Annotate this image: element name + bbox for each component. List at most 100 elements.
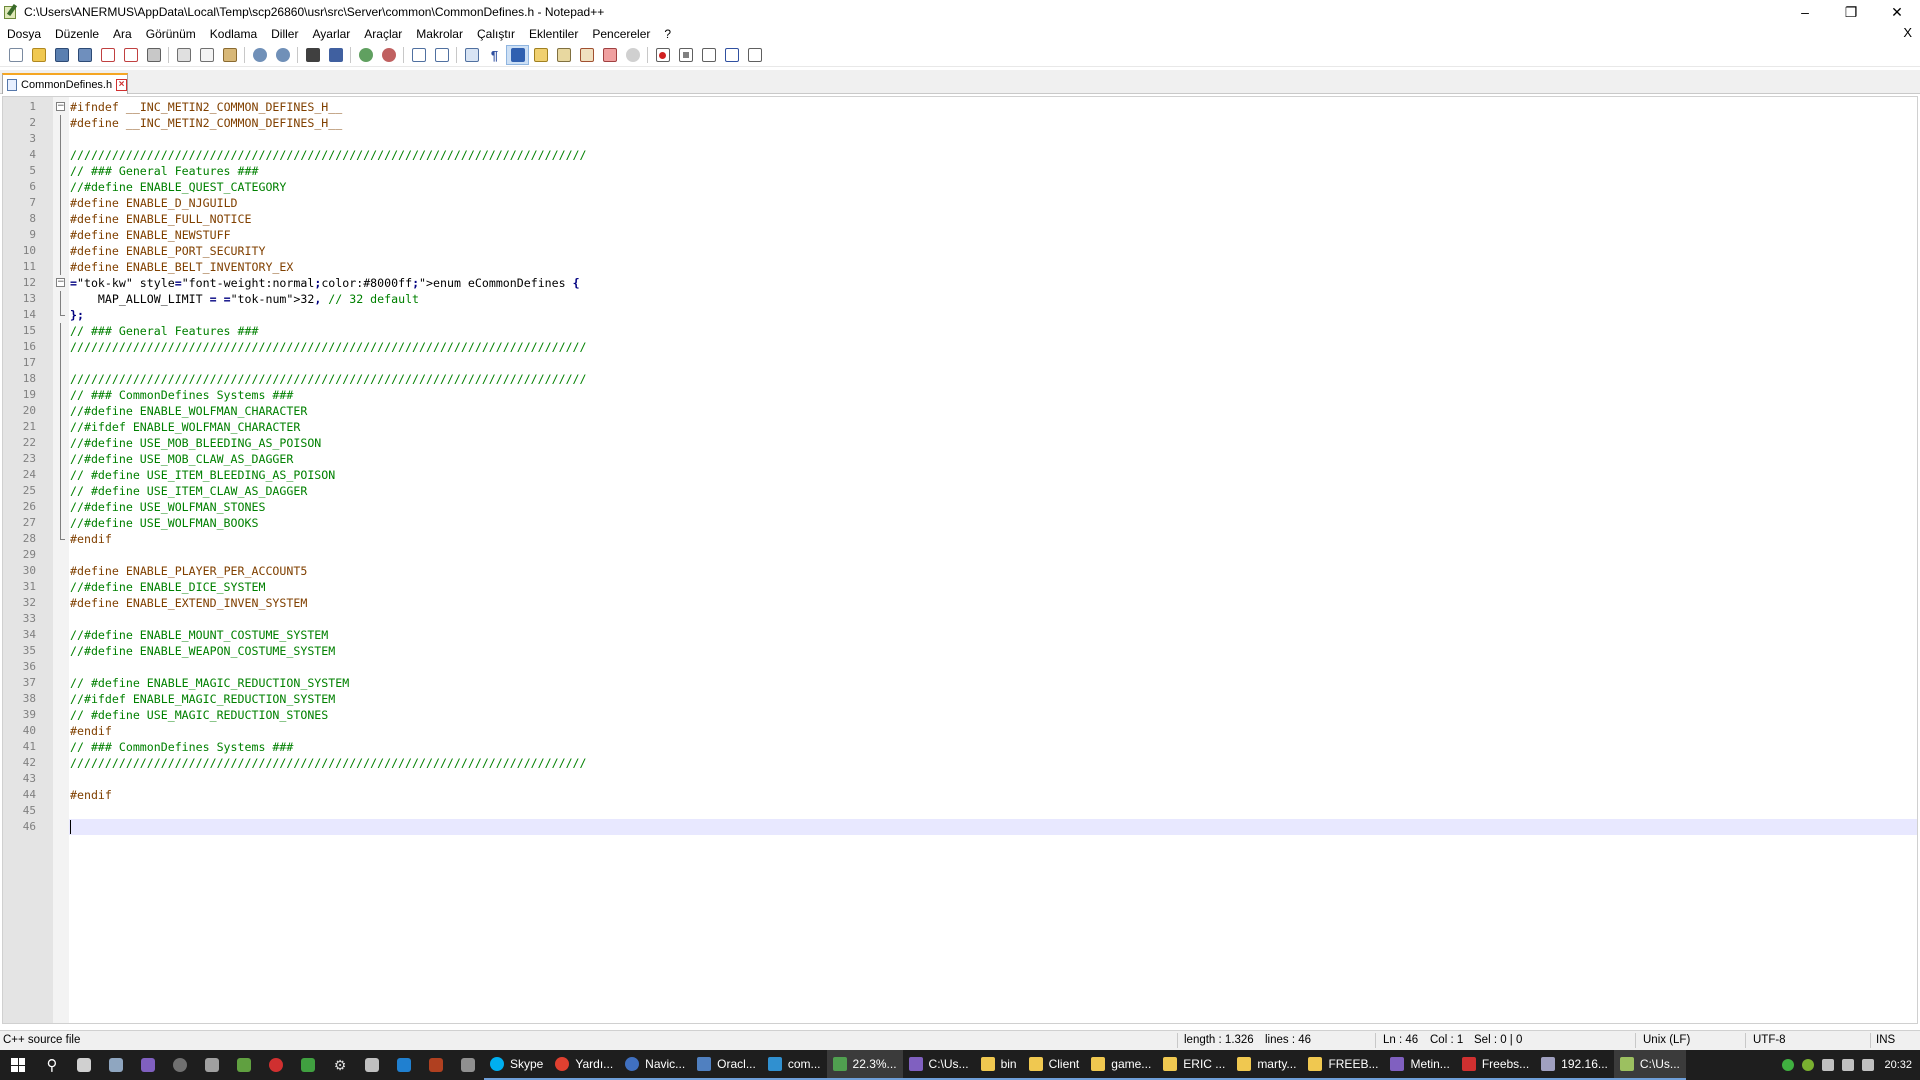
code-line[interactable]: 32 #define ENABLE_EXTEND_INVEN_SYSTEM <box>23 595 1917 611</box>
code-line[interactable]: 12 − ="tok-kw" style="font-weight:normal;c… <box>23 275 1917 291</box>
fold-toggle-icon[interactable]: − <box>56 278 65 287</box>
code-line[interactable]: 36 <box>23 659 1917 675</box>
code-line[interactable]: 43 <box>23 771 1917 787</box>
pinned-app-icon[interactable] <box>356 1050 388 1080</box>
redo-icon[interactable] <box>271 45 294 65</box>
fold-toggle-icon[interactable]: − <box>56 102 65 111</box>
task-folder-eric[interactable]: ERIC ... <box>1157 1050 1232 1080</box>
restore-button[interactable]: ❐ <box>1828 0 1874 24</box>
task-visual-studio[interactable]: C:\Us... <box>902 1050 975 1080</box>
clock[interactable]: 20:32 <box>1884 1059 1912 1071</box>
minimize-button[interactable]: – <box>1782 0 1828 24</box>
task-folder-freebsd[interactable]: FREEB... <box>1302 1050 1385 1080</box>
pinned-app-icon[interactable] <box>164 1050 196 1080</box>
task-folder-game[interactable]: game... <box>1085 1050 1158 1080</box>
task-folder-bin[interactable]: bin <box>974 1050 1023 1080</box>
code-line[interactable]: 7 #define ENABLE_D_NJGUILD <box>29 195 1917 211</box>
function-list-icon[interactable] <box>575 45 598 65</box>
menu-file[interactable]: Dosya <box>0 27 48 41</box>
code-line[interactable]: 18 //////////////////////////////////////… <box>23 371 1917 387</box>
task-folder-marty[interactable]: marty... <box>1231 1050 1303 1080</box>
code-line[interactable]: 19 // ### CommonDefines Systems ### <box>23 387 1917 403</box>
code-line[interactable]: 29 <box>23 547 1917 563</box>
task-winscp-progress[interactable]: 22.3%... <box>826 1050 903 1080</box>
menu-macro[interactable]: Makrolar <box>409 27 470 41</box>
code-line[interactable]: 14}; <box>23 307 1917 323</box>
code-line[interactable]: 26 //#define USE_WOLFMAN_STONES <box>23 499 1917 515</box>
task-com[interactable]: com... <box>761 1050 827 1080</box>
code-line[interactable]: 1 − #ifndef __INC_METIN2_COMMON_DEFINES_H_… <box>29 99 1917 115</box>
code-line[interactable]: 33 <box>23 611 1917 627</box>
save-icon[interactable] <box>50 45 73 65</box>
code-line[interactable]: 39 // #define USE_MAGIC_REDUCTION_STONES <box>23 707 1917 723</box>
code-line[interactable]: 23 //#define USE_MOB_CLAW_AS_DAGGER <box>23 451 1917 467</box>
code-line[interactable]: 20 //#define ENABLE_WOLFMAN_CHARACTER <box>23 403 1917 419</box>
menu-view[interactable]: Görünüm <box>139 27 203 41</box>
code-line[interactable]: 44 #endif <box>23 787 1917 803</box>
paste-icon[interactable] <box>218 45 241 65</box>
find-icon[interactable] <box>301 45 324 65</box>
pinned-app-icon[interactable] <box>260 1050 292 1080</box>
menu-window[interactable]: Pencereler <box>585 27 657 41</box>
code-line[interactable]: 41 // ### CommonDefines Systems ### <box>23 739 1917 755</box>
code-line[interactable]: 28 #endif <box>23 531 1917 547</box>
copy-icon[interactable] <box>195 45 218 65</box>
menu-language[interactable]: Diller <box>264 27 305 41</box>
menu-settings[interactable]: Ayarlar <box>305 27 357 41</box>
volume-icon[interactable] <box>1862 1059 1875 1071</box>
code-line[interactable]: 16 //////////////////////////////////////… <box>23 339 1917 355</box>
code-line[interactable]: 30 #define ENABLE_PLAYER_PER_ACCOUNT5 <box>23 563 1917 579</box>
battery-icon[interactable] <box>1822 1059 1835 1071</box>
code-line[interactable]: 9 #define ENABLE_NEWSTUFF <box>29 227 1917 243</box>
close-file-icon[interactable] <box>96 45 119 65</box>
document-map-icon[interactable] <box>552 45 575 65</box>
menu-plugins[interactable]: Eklentiler <box>522 27 585 41</box>
play-macro-icon[interactable] <box>697 45 720 65</box>
code-line[interactable]: 4 ///////////////////////////////////////… <box>29 147 1917 163</box>
run-macro-multiple-icon[interactable] <box>720 45 743 65</box>
pinned-app-icon[interactable] <box>420 1050 452 1080</box>
code-line[interactable]: 24 // #define USE_ITEM_BLEEDING_AS_POISON <box>23 467 1917 483</box>
tab-commondefines-h[interactable]: CommonDefines.h × <box>2 73 128 94</box>
sync-horizontal-icon[interactable] <box>430 45 453 65</box>
code-line[interactable]: 37 // #define ENABLE_MAGIC_REDUCTION_SYST… <box>23 675 1917 691</box>
status-eol[interactable]: Unix (LF) <box>1643 1034 1690 1046</box>
tray-shield-icon[interactable] <box>1782 1059 1795 1071</box>
open-file-icon[interactable] <box>27 45 50 65</box>
menu-tools[interactable]: Araçlar <box>357 27 409 41</box>
code-line[interactable]: 13 MAP_ALLOW_LIMIT = ="tok-num">32, // 3… <box>23 291 1917 307</box>
stop-macro-icon[interactable] <box>674 45 697 65</box>
word-wrap-icon[interactable] <box>460 45 483 65</box>
pinned-app-icon[interactable] <box>452 1050 484 1080</box>
code-area[interactable]: 1− #ifndef __INC_METIN2_COMMON_DEFINES_H_… <box>23 97 1917 1023</box>
cut-icon[interactable] <box>172 45 195 65</box>
code-line[interactable]: 3 <box>29 131 1917 147</box>
pinned-app-icon[interactable] <box>68 1050 100 1080</box>
fold-margin[interactable] <box>53 97 69 1023</box>
close-document-x[interactable]: X <box>1903 25 1912 40</box>
settings-gear-icon[interactable]: ⚙ <box>324 1050 356 1080</box>
show-all-characters-icon[interactable]: ¶ <box>483 45 506 65</box>
network-icon[interactable] <box>1842 1059 1855 1071</box>
record-macro-icon[interactable] <box>651 45 674 65</box>
close-button[interactable]: ✕ <box>1874 0 1920 24</box>
pinned-app-icon[interactable] <box>196 1050 228 1080</box>
close-all-icon[interactable] <box>119 45 142 65</box>
tray-app-icon[interactable] <box>1802 1059 1815 1071</box>
monitoring-icon[interactable] <box>621 45 644 65</box>
user-defined-language-icon[interactable] <box>529 45 552 65</box>
code-line[interactable]: 31 //#define ENABLE_DICE_SYSTEM <box>23 579 1917 595</box>
menu-run[interactable]: Çalıştır <box>470 27 522 41</box>
task-navicat[interactable]: Navic... <box>619 1050 692 1080</box>
tab-close-icon[interactable]: × <box>116 78 127 91</box>
code-line[interactable]: 17 <box>23 355 1917 371</box>
replace-icon[interactable] <box>324 45 347 65</box>
code-line[interactable]: 45 <box>23 803 1917 819</box>
code-line[interactable]: 35 //#define ENABLE_WEAPON_COSTUME_SYSTEM <box>23 643 1917 659</box>
status-insert-mode[interactable]: INS <box>1876 1034 1895 1046</box>
pinned-app-icon[interactable] <box>228 1050 260 1080</box>
task-visual-studio-metin[interactable]: Metin... <box>1384 1050 1456 1080</box>
menu-help[interactable]: ? <box>657 27 678 41</box>
code-line[interactable]: 2 #define __INC_METIN2_COMMON_DEFINES_H__ <box>29 115 1917 131</box>
save-macro-icon[interactable] <box>743 45 766 65</box>
